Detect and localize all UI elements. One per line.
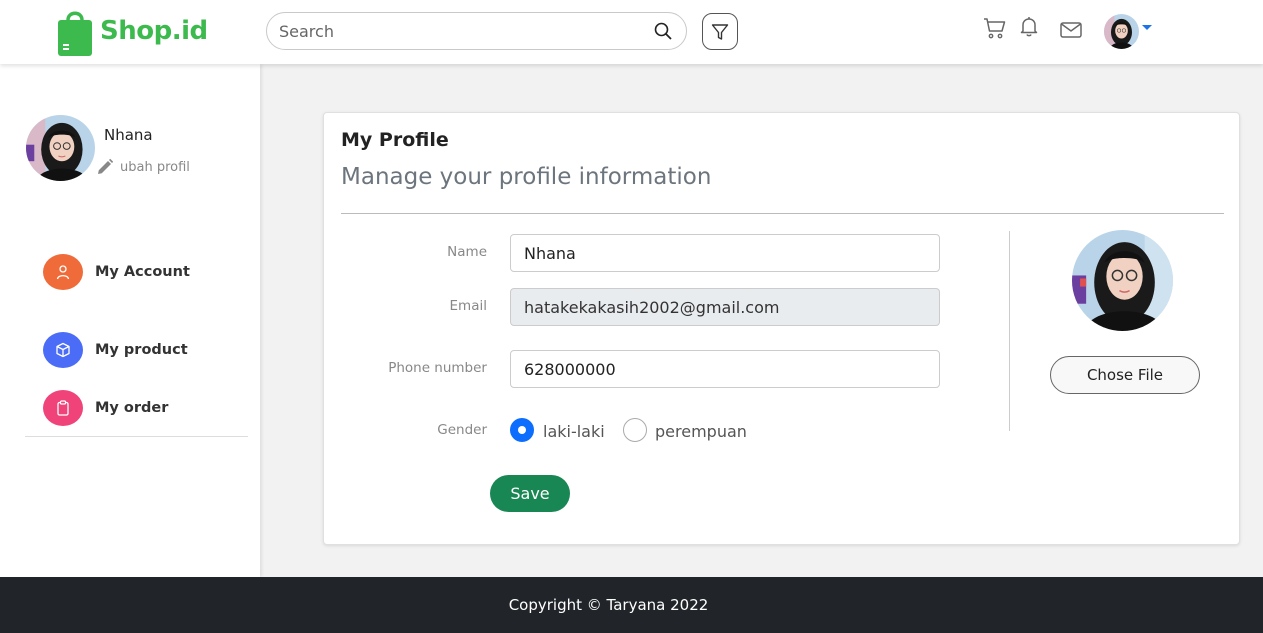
sidebar-item-label: My product (95, 342, 188, 358)
card-divider (341, 213, 1224, 214)
gender-label: Gender (437, 422, 487, 438)
sidebar-user-name: Nhana (104, 126, 153, 144)
logo[interactable]: Shop.id (56, 6, 208, 56)
clipboard-icon (43, 390, 83, 426)
search-input[interactable] (279, 21, 652, 41)
phone-field[interactable] (510, 350, 940, 388)
email-field (510, 288, 940, 326)
page-subtitle: Manage your profile information (341, 164, 712, 190)
email-label: Email (449, 298, 487, 314)
caret-down-icon[interactable] (1142, 25, 1152, 30)
person-icon (43, 254, 83, 290)
sidebar-item-my-account[interactable]: My Account (43, 254, 190, 290)
sidebar-item-my-order[interactable]: My order (43, 390, 168, 426)
sidebar-item-my-product[interactable]: My product (43, 332, 188, 368)
bell-icon[interactable] (1016, 13, 1042, 39)
shopping-bag-icon (58, 11, 92, 56)
search-icon[interactable] (652, 20, 674, 42)
pencil-icon (98, 158, 114, 174)
gender-radio-laki-laki[interactable] (510, 418, 534, 442)
edit-profile-label: ubah profil (120, 159, 190, 175)
sidebar-avatar (26, 115, 95, 181)
top-navbar: Shop.id (0, 0, 1263, 64)
footer-copyright: Copyright © Taryana 2022 (508, 596, 709, 614)
page-title: My Profile (341, 129, 449, 151)
gender-radio-perempuan[interactable] (623, 418, 647, 442)
edit-profile-link[interactable]: ubah profil (96, 158, 190, 176)
gender-option-label: perempuan (655, 422, 747, 441)
mail-icon[interactable] (1058, 17, 1084, 43)
name-label: Name (447, 244, 487, 260)
name-field[interactable] (510, 234, 940, 272)
sidebar-divider (25, 436, 248, 437)
box-icon (43, 332, 83, 368)
sidebar: Nhana ubah profil My Account My product … (0, 64, 260, 577)
filter-button[interactable] (702, 13, 738, 50)
sidebar-item-label: My order (95, 400, 169, 416)
gender-option-label: laki-laki (543, 422, 605, 441)
logo-text: Shop.id (100, 16, 208, 46)
search-bar (266, 12, 687, 50)
choose-file-button[interactable]: Chose File (1050, 356, 1200, 394)
save-button[interactable]: Save (490, 475, 570, 512)
footer: Copyright © Taryana 2022 (0, 577, 1263, 633)
filter-icon (711, 23, 729, 40)
phone-label: Phone number (388, 360, 487, 376)
cart-icon[interactable] (982, 15, 1008, 41)
avatar[interactable] (1104, 14, 1139, 49)
sidebar-item-label: My Account (95, 264, 190, 280)
profile-card: My Profile Manage your profile informati… (323, 112, 1240, 545)
vertical-divider (1009, 231, 1010, 431)
profile-photo (1072, 230, 1173, 331)
